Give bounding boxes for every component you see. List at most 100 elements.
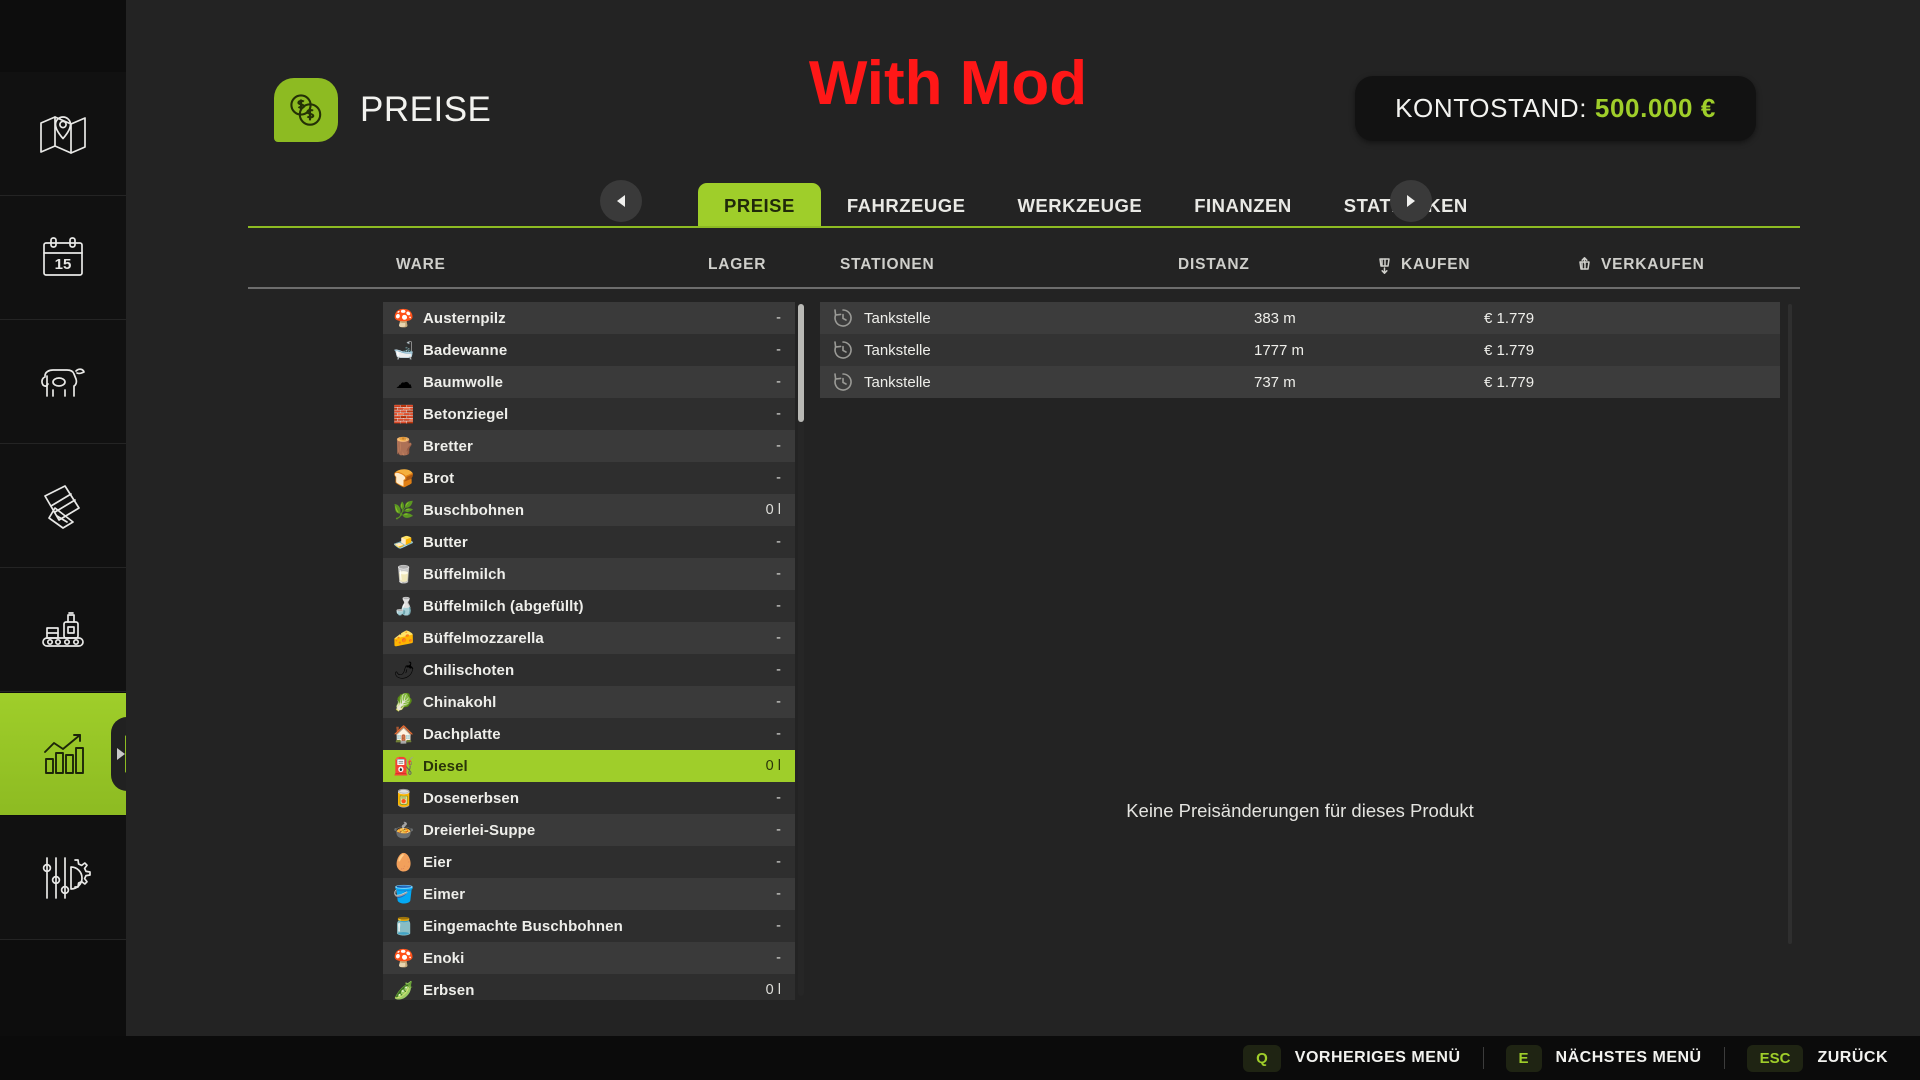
settings-icon [35, 850, 91, 906]
goods-row[interactable]: 🧈 Butter - [383, 526, 795, 558]
goods-row[interactable]: 🥬 Chinakohl - [383, 686, 795, 718]
goods-row[interactable]: 🍞 Brot - [383, 462, 795, 494]
goods-item-icon: 🛁 [393, 340, 415, 360]
goods-item-name: Buschbohnen [423, 501, 525, 519]
goods-item-quantity: - [776, 662, 781, 678]
goods-item-quantity: - [776, 598, 781, 614]
goods-row[interactable]: 🪣 Eimer - [383, 878, 795, 910]
goods-item-name: Erbsen [423, 981, 475, 999]
goods-item-icon: ⛽ [393, 756, 415, 776]
goods-row[interactable]: 🛁 Badewanne - [383, 334, 795, 366]
station-list[interactable]: Tankstelle 383 m € 1.779 Tankstelle 1777 m € … [820, 302, 1780, 1002]
goods-item-quantity: - [776, 406, 781, 422]
goods-item-quantity: - [776, 886, 781, 902]
goods-row[interactable]: 🧱 Betonziegel - [383, 398, 795, 430]
goods-row[interactable]: 🧀 Büffelmozzarella - [383, 622, 795, 654]
goods-list-scroll-thumb[interactable] [798, 304, 804, 422]
goods-item-name: Eier [423, 853, 452, 871]
hint-next-menu[interactable]: E NÄCHSTES MENÜ [1505, 1044, 1702, 1072]
goods-item-name: Badewanne [423, 341, 508, 359]
goods-row[interactable]: 🥚 Eier - [383, 846, 795, 878]
station-buy-price: € 1.779 [1484, 373, 1535, 391]
svg-text:15: 15 [55, 256, 72, 273]
station-distance: 737 m [1254, 373, 1296, 391]
goods-item-icon: 🥫 [393, 788, 415, 808]
goods-list-scrollbar[interactable] [798, 304, 804, 996]
goods-list[interactable]: 🍄 Austernpilz - 🛁 Badewanne - ☁ Baumwolle - 🧱 Beto… [383, 302, 795, 1000]
production-icon [35, 602, 91, 658]
goods-row[interactable]: 🫙 Eingemachte Buschbohnen - [383, 910, 795, 942]
goods-row[interactable]: 🏠 Dachplatte - [383, 718, 795, 750]
goods-item-quantity: 0 l [765, 502, 781, 518]
goods-row[interactable]: 🍲 Dreierlei-Suppe - [383, 814, 795, 846]
goods-row[interactable]: 🌿 Buschbohnen 0 l [383, 494, 795, 526]
prev-tab-button[interactable] [600, 180, 642, 222]
tab-fahrzeuge[interactable]: FAHRZEUGE [821, 183, 992, 228]
contracts-icon [35, 478, 91, 534]
goods-item-quantity: - [776, 950, 781, 966]
goods-item-icon: 🫛 [393, 980, 415, 1000]
next-tab-button[interactable] [1390, 180, 1432, 222]
sidebar-item-animals[interactable] [0, 320, 126, 444]
header-divider [248, 287, 1800, 289]
game-menu-screen: 15 With Mod PREISE KONTOSTAND: 500.000 €… [0, 0, 1920, 1080]
goods-item-quantity: - [776, 918, 781, 934]
goods-row[interactable]: 🥛 Büffelmilch - [383, 558, 795, 590]
goods-item-name: Dachplatte [423, 725, 501, 743]
goods-item-quantity: - [776, 310, 781, 326]
goods-item-icon: 🥬 [393, 692, 415, 712]
station-row[interactable]: Tankstelle 383 m € 1.779 [820, 302, 1780, 334]
goods-row[interactable]: 🍄 Austernpilz - [383, 302, 795, 334]
calendar-icon: 15 [35, 230, 91, 286]
goods-item-quantity: - [776, 694, 781, 710]
tab-werkzeuge[interactable]: WERKZEUGE [991, 183, 1168, 228]
tab-finanzen[interactable]: FINANZEN [1168, 183, 1318, 228]
goods-item-quantity: 0 l [765, 982, 781, 998]
goods-row[interactable]: 🥫 Dosenerbsen - [383, 782, 795, 814]
sidebar-item-statistics[interactable] [0, 692, 127, 816]
hint-separator [1482, 1047, 1484, 1069]
statistics-icon [35, 726, 91, 782]
goods-item-name: Bretter [423, 437, 473, 455]
goods-item-name: Baumwolle [423, 373, 504, 391]
goods-item-quantity: - [776, 630, 781, 646]
tab-preise[interactable]: PREISE [698, 183, 821, 228]
main-content: With Mod PREISE KONTOSTAND: 500.000 € PR… [126, 0, 1920, 1080]
key-q: Q [1243, 1044, 1281, 1072]
goods-item-name: Chilischoten [423, 661, 515, 679]
goods-row[interactable]: 🍄 Enoki - [383, 942, 795, 974]
goods-row[interactable]: 🪵 Bretter - [383, 430, 795, 462]
hint-back[interactable]: ESC ZURÜCK [1746, 1044, 1888, 1072]
sidebar-item-settings[interactable] [0, 816, 126, 940]
sidebar-item-production[interactable] [0, 568, 126, 692]
goods-row[interactable]: 🫛 Erbsen 0 l [383, 974, 795, 1000]
footer-hint-bar: Q VORHERIGES MENÜ E NÄCHSTES MENÜ ESC ZU… [0, 1036, 1920, 1080]
sidebar-item-contracts[interactable] [0, 444, 126, 568]
station-row[interactable]: Tankstelle 737 m € 1.779 [820, 366, 1780, 398]
goods-item-quantity: - [776, 726, 781, 742]
goods-item-quantity: - [776, 438, 781, 454]
hint-previous-menu[interactable]: Q VORHERIGES MENÜ [1243, 1044, 1460, 1072]
sidebar-item-map[interactable] [0, 72, 126, 196]
station-list-scrollbar[interactable] [1788, 304, 1792, 944]
hint-label-back: ZURÜCK [1817, 1049, 1888, 1066]
goods-row[interactable]: ☁ Baumwolle - [383, 366, 795, 398]
goods-item-name: Enoki [423, 949, 465, 967]
station-row[interactable]: Tankstelle 1777 m € 1.779 [820, 334, 1780, 366]
sidebar-item-calendar[interactable]: 15 [0, 196, 126, 320]
goods-item-icon: 🫙 [393, 916, 415, 936]
goods-item-name: Chinakohl [423, 693, 497, 711]
sell-icon [1579, 256, 1590, 270]
goods-row[interactable]: ⛽ Diesel 0 l [383, 750, 795, 782]
goods-item-name: Eimer [423, 885, 466, 903]
column-headers: WARE LAGER STATIONEN DISTANZ KAUFEN VERK… [248, 248, 1800, 290]
goods-row[interactable]: 🌶 Chilischoten - [383, 654, 795, 686]
goods-item-name: Betonziegel [423, 405, 509, 423]
goods-item-quantity: - [776, 566, 781, 582]
map-icon [35, 106, 91, 162]
tab-underline [248, 226, 1800, 228]
goods-item-name: Büffelmilch (abgefüllt) [423, 597, 584, 615]
tab-bar: PREISE FAHRZEUGE WERKZEUGE FINANZEN STAT… [248, 178, 1800, 228]
goods-row[interactable]: 🍶 Büffelmilch (abgefüllt) - [383, 590, 795, 622]
goods-item-name: Butter [423, 533, 468, 551]
